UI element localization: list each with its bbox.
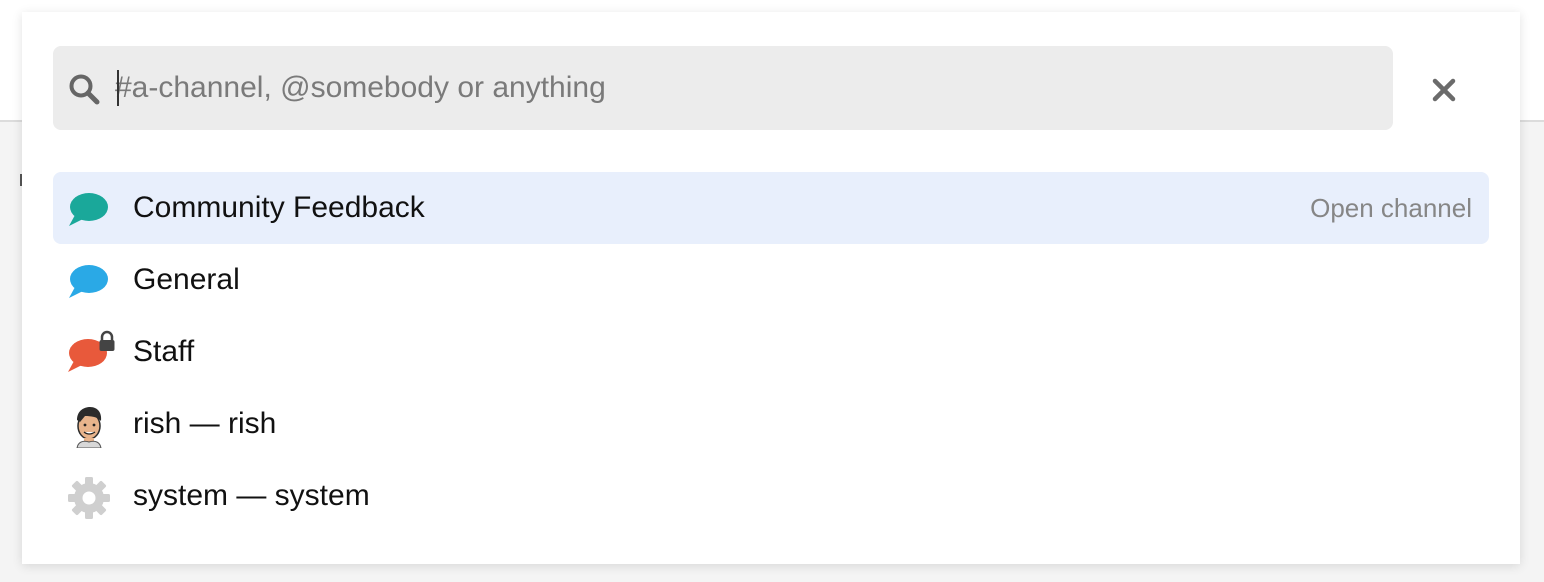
- search-icon: [69, 74, 100, 105]
- result-label: rish — rish: [133, 407, 277, 440]
- gear-icon: [68, 477, 110, 519]
- result-label: Staff: [133, 335, 195, 368]
- close-button[interactable]: [1422, 68, 1466, 112]
- search-input[interactable]: [115, 66, 1375, 110]
- text-caret: [117, 70, 119, 106]
- result-label: Community Feedback: [133, 191, 425, 224]
- result-item-community-feedback[interactable]: Community Feedback Open channel: [53, 172, 1489, 244]
- private-chat-bubble-icon: [68, 330, 115, 372]
- chat-bubble-icon: [69, 193, 108, 226]
- result-item-system[interactable]: system — system: [53, 460, 1489, 532]
- results-list: Community Feedback Open channel General …: [53, 172, 1489, 532]
- result-hint: Open channel: [1310, 193, 1472, 223]
- result-item-general[interactable]: General: [53, 244, 1489, 316]
- result-label: system — system: [133, 479, 370, 512]
- lock-icon: [99, 330, 115, 351]
- close-icon: [1432, 78, 1456, 102]
- avatar-icon: [76, 407, 102, 448]
- result-item-rish[interactable]: rish — rish: [53, 388, 1489, 460]
- quick-switcher-modal: Community Feedback Open channel General …: [22, 12, 1520, 564]
- chat-bubble-icon: [69, 265, 108, 298]
- result-label: General: [133, 263, 240, 296]
- search-box: [53, 46, 1393, 130]
- result-item-staff[interactable]: Staff: [53, 316, 1489, 388]
